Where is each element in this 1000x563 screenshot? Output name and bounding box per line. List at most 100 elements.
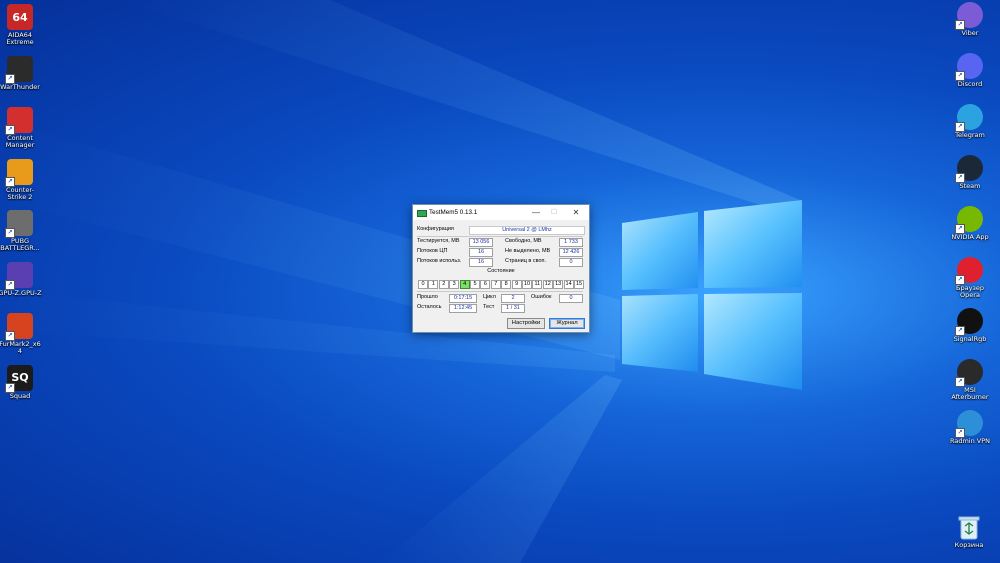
elapsed-label: Прошло <box>417 294 438 300</box>
thread-state-cell: 11 <box>532 280 543 289</box>
cycle-label: Цикл <box>483 294 496 300</box>
desktop-shortcut[interactable]: ↗ PUBG BATTLEGR... <box>0 210 42 252</box>
furmark-icon: ↗ <box>5 313 33 341</box>
desktop-shortcut-label: AIDA64 Extreme <box>6 31 34 46</box>
tested-label: Тестируется, MB <box>417 238 460 244</box>
cycle-value: 2 <box>501 294 525 303</box>
desktop-shortcut-label: PUBG BATTLEGR... <box>0 237 40 252</box>
thread-state-cell: 9 <box>511 280 522 289</box>
desktop-shortcut-label: MSI Afterburner <box>951 386 989 401</box>
errors-value: 0 <box>559 294 583 303</box>
shortcut-arrow-icon: ↗ <box>955 122 965 132</box>
used-threads-label: Потоков использ. <box>417 258 462 264</box>
radmin-vpn-icon: ↗ <box>955 410 983 438</box>
desktop-shortcut[interactable]: ↗ Content Manager <box>0 107 42 149</box>
desktop-shortcut[interactable]: ↗ Steam <box>948 155 992 190</box>
desktop-shortcut[interactable]: ↗ Counter-Strike 2 <box>0 158 42 201</box>
minimize-button[interactable]: — <box>529 207 543 218</box>
unallocated-value: 12 426 <box>559 248 583 257</box>
shortcut-arrow-icon: ↗ <box>5 228 15 238</box>
shortcut-arrow-icon: ↗ <box>955 326 965 336</box>
state-label: Состояние <box>487 268 515 274</box>
opera-icon: ↗ <box>955 257 983 285</box>
desktop-shortcut[interactable]: ↗ NVIDIA App <box>948 206 992 241</box>
shortcut-arrow-icon: ↗ <box>5 125 15 135</box>
thread-state-cell: 3 <box>449 280 460 289</box>
desktop-shortcut-label: Telegram <box>955 131 985 139</box>
test-value: 1 / 31 <box>501 304 525 313</box>
desktop-shortcut-label: Discord <box>957 80 983 88</box>
free-value: 1 733 <box>559 238 583 247</box>
content-manager-icon: ↗ <box>5 107 33 135</box>
testmem5-window[interactable]: TestMem5 0.13.1 — ☐ ✕ Конфигурация Unive… <box>412 204 590 333</box>
desktop-shortcut-label: NVIDIA App <box>951 233 989 241</box>
remaining-label: Осталось <box>417 304 442 310</box>
msi-afterburner-icon: ↗ <box>955 359 983 387</box>
thread-state-cell: 6 <box>480 280 491 289</box>
shortcut-arrow-icon: ↗ <box>955 428 965 438</box>
steam-icon: ↗ <box>955 155 983 183</box>
desktop-shortcut-label: Radmin VPN <box>949 437 991 445</box>
config-value[interactable]: Universal 2 @ LMhz <box>469 226 585 235</box>
thread-state-cell: 13 <box>553 280 564 289</box>
desktop-shortcut[interactable]: ↗ MSI Afterburner <box>948 359 992 401</box>
divider <box>417 236 583 237</box>
maximize-button[interactable]: ☐ <box>547 207 561 218</box>
used-threads-value: 16 <box>469 258 493 267</box>
desktop-shortcut-label: Браузер Opera <box>956 284 984 299</box>
desktop-shortcut[interactable]: ↗ Discord <box>948 53 992 88</box>
desktop-shortcut-label: FurMark2_x64 <box>0 340 41 355</box>
thread-state-cell: 4 <box>459 280 470 289</box>
test-label: Тест <box>483 304 495 310</box>
desktop-shortcut[interactable]: ↗ FurMark2_x64 <box>0 313 42 355</box>
nvidia-icon: ↗ <box>955 206 983 234</box>
desktop-shortcut[interactable]: ↗ SignalRgb <box>948 308 992 343</box>
config-label: Конфигурация <box>417 226 454 232</box>
shortcut-arrow-icon: ↗ <box>955 224 965 234</box>
thread-state-cell: 2 <box>438 280 449 289</box>
recycle-bin[interactable]: Корзина <box>947 514 991 549</box>
errors-label: Ошибок <box>531 294 552 300</box>
desktop-shortcut[interactable]: ↗ Telegram <box>948 104 992 139</box>
desktop-shortcut-label: Squad <box>9 391 31 400</box>
close-button[interactable]: ✕ <box>569 207 583 218</box>
thread-state-cell: 1 <box>428 280 439 289</box>
window-title: TestMem5 0.13.1 <box>429 209 478 216</box>
desktop-shortcut[interactable]: ↗ WarThunder <box>0 55 42 91</box>
shortcut-arrow-icon: ↗ <box>5 73 15 84</box>
settings-button[interactable]: Настройки <box>507 318 545 329</box>
desktop-shortcut[interactable]: ↗ GPU-Z.GPU-Z <box>0 261 42 297</box>
thread-state-cell: 15 <box>574 280 584 289</box>
testmem-app-icon <box>417 210 427 217</box>
shortcut-arrow-icon: ↗ <box>955 173 965 183</box>
title-bar[interactable]: TestMem5 0.13.1 — ☐ ✕ <box>413 205 589 220</box>
log-button[interactable]: Журнал <box>549 318 585 329</box>
shortcut-arrow-icon: ↗ <box>5 382 15 393</box>
viber-icon: ↗ <box>955 2 983 30</box>
unallocated-label: Не выделено, MB <box>505 248 551 254</box>
squad-icon: SQ ↗ <box>5 364 33 393</box>
warthunder-icon: ↗ <box>5 55 33 84</box>
free-label: Свободно, MB <box>505 238 542 244</box>
desktop-shortcut-label: Viber <box>961 29 979 37</box>
desktop-shortcut[interactable]: SQ ↗ Squad <box>0 364 42 400</box>
tested-value: 13 056 <box>469 238 493 247</box>
shortcut-arrow-icon: ↗ <box>5 279 15 290</box>
windows-logo-wallpaper <box>622 200 802 390</box>
shortcut-arrow-icon: ↗ <box>955 71 965 81</box>
desktop-shortcut[interactable]: 64 AIDA64 Extreme <box>0 4 42 46</box>
thread-state-cell: 7 <box>490 280 501 289</box>
thread-state-cell: 8 <box>501 280 512 289</box>
desktop-shortcut[interactable]: ↗ Viber <box>948 2 992 37</box>
swap-pages-label: Страниц в своп. <box>505 258 547 264</box>
thread-state-cell: 10 <box>522 280 532 289</box>
recycle-bin-icon <box>956 514 982 540</box>
desktop-shortcut[interactable]: ↗ Браузер Opera <box>948 257 992 299</box>
desktop-shortcut[interactable]: ↗ Radmin VPN <box>948 410 992 445</box>
elapsed-value: 0:17:15 <box>449 294 477 303</box>
desktop-shortcut-label: Steam <box>959 182 981 190</box>
aida64-icon: 64 <box>7 4 33 30</box>
counter-strike-icon: ↗ <box>5 158 33 187</box>
cpu-threads-value: 16 <box>469 248 493 257</box>
signalrgb-icon: ↗ <box>955 308 983 336</box>
